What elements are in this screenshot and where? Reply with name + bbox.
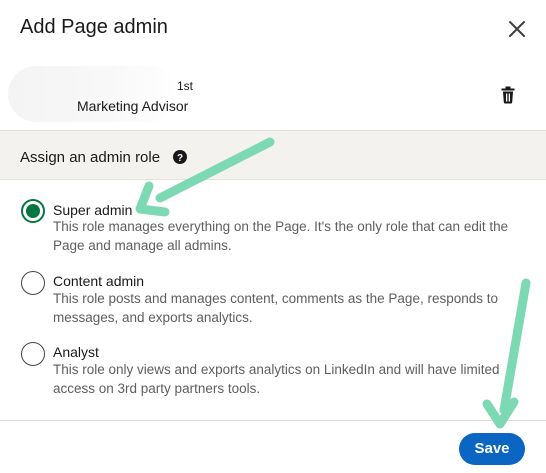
trash-icon (501, 86, 515, 104)
footer-divider (0, 420, 546, 421)
role-description: This role only views and exports analyti… (53, 362, 500, 396)
save-button[interactable]: Save (459, 433, 525, 465)
role-description: This role posts and manages content, com… (53, 291, 498, 325)
connection-degree: 1st (177, 79, 194, 93)
close-icon (509, 21, 525, 37)
add-page-admin-dialog: Add Page admin 1st Marketing Advisor Ass… (0, 0, 546, 473)
selected-member-row: 1st Marketing Advisor (0, 58, 546, 130)
role-option-content-admin[interactable]: Content admin This role posts and manage… (0, 271, 546, 333)
member-headline: Marketing Advisor (77, 98, 189, 114)
radio-super-admin[interactable] (21, 199, 45, 223)
role-name: Analyst (53, 344, 99, 360)
radio-content-admin[interactable] (21, 271, 45, 295)
role-name: Super admin (53, 202, 133, 218)
role-option-super-admin[interactable]: Super admin This role manages everything… (0, 198, 546, 260)
role-option-analyst[interactable]: Analyst This role only views and exports… (0, 342, 546, 404)
radio-analyst[interactable] (21, 342, 45, 366)
question-circle-icon[interactable]: ? (173, 150, 187, 164)
dialog-header: Add Page admin (0, 0, 546, 58)
role-name: Content admin (53, 273, 145, 289)
svg-text:?: ? (177, 153, 183, 164)
remove-member-button[interactable] (500, 86, 516, 104)
section-label: Assign an admin role (20, 149, 161, 166)
role-section-header: Assign an admin role ? (0, 130, 546, 180)
dialog-title: Add Page admin (20, 16, 168, 38)
close-button[interactable] (504, 16, 530, 42)
role-description: This role manages everything on the Page… (53, 219, 509, 253)
